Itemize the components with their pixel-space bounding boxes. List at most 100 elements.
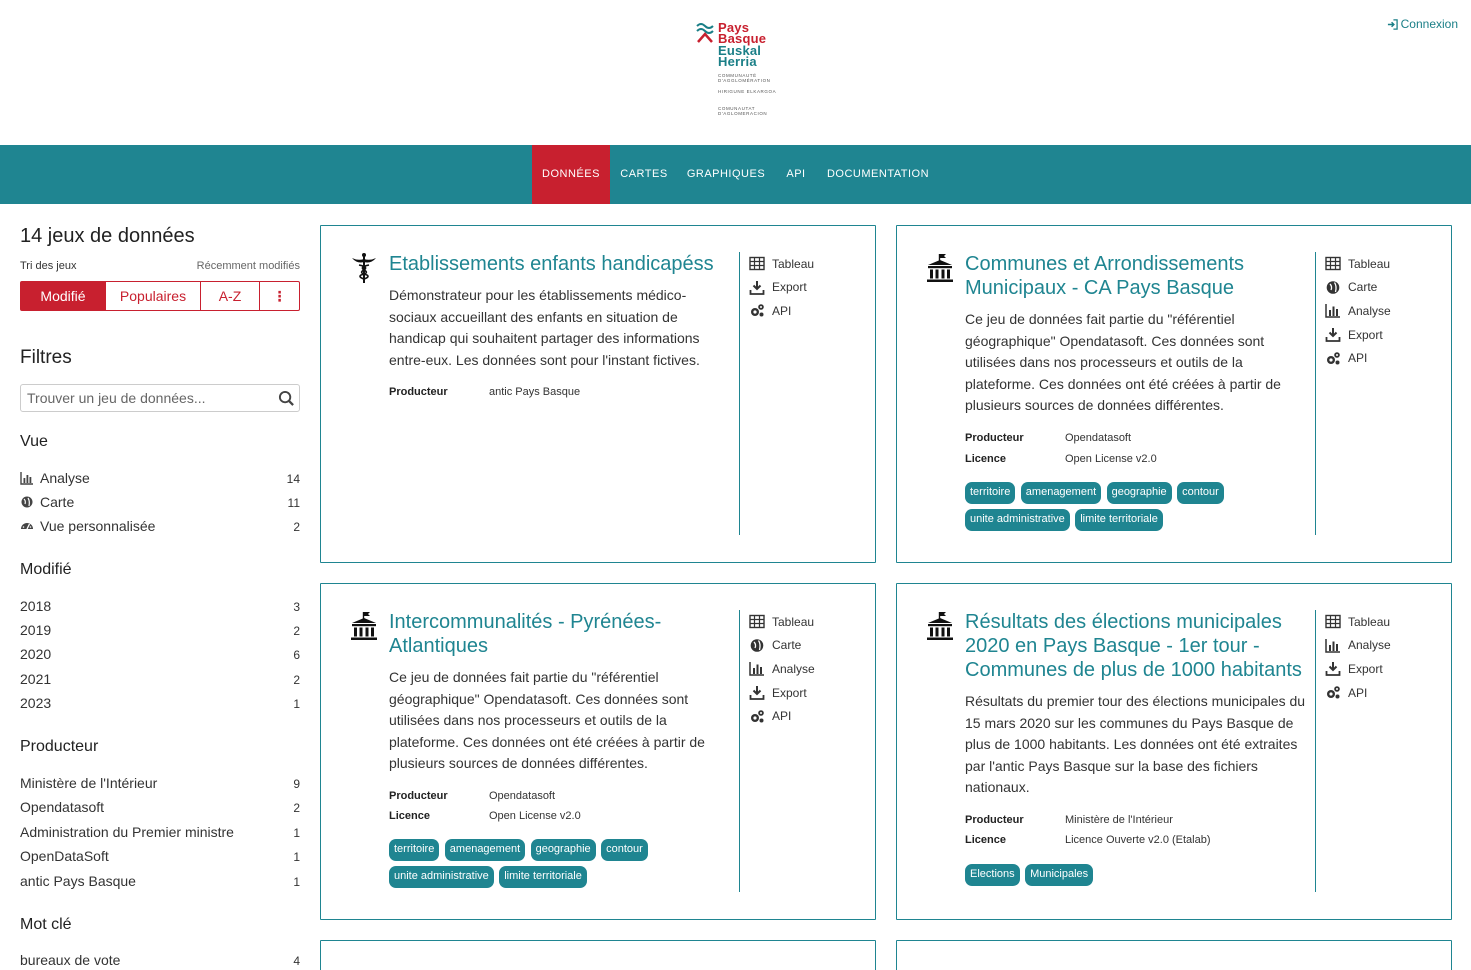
facet-item-producer[interactable]: Opendatasoft 2	[20, 797, 300, 817]
caduceus-icon	[349, 252, 379, 284]
facet-item-producer[interactable]: Ministère de l'Intérieur 9	[20, 773, 300, 793]
table-icon	[749, 256, 765, 271]
action-export[interactable]: Export	[749, 276, 859, 300]
action-label: Analyse	[1348, 303, 1391, 318]
keyword-tag[interactable]: contour	[1177, 482, 1224, 504]
sort-modified-button[interactable]: Modifié	[21, 282, 106, 310]
gears-icon	[749, 709, 765, 724]
dataset-actions: Tableau Analyse Export API	[1325, 610, 1435, 704]
download-icon	[1325, 661, 1341, 676]
meta-label: Producteur	[965, 432, 1024, 444]
action-label: Analyse	[1348, 638, 1391, 653]
keyword-tag[interactable]: amenagement	[1020, 482, 1102, 504]
facet-item-producer[interactable]: Administration du Premier ministre 1	[20, 822, 300, 842]
action-analyse[interactable]: Analyse	[1325, 299, 1435, 323]
keyword-tag[interactable]: Elections	[965, 864, 1020, 886]
facet-item-2021[interactable]: 2021 2	[20, 669, 300, 689]
keyword-tag[interactable]: territoire	[389, 839, 440, 861]
keyword-tag[interactable]: amenagement	[444, 839, 526, 861]
facet-label: Vue personnalisée	[40, 518, 156, 534]
dataset-title[interactable]: Communes et Arrondissements Municipaux -…	[965, 252, 1305, 300]
dataset-card[interactable]	[320, 940, 876, 970]
facet-item-keyword[interactable]: bureaux de vote 4	[20, 950, 300, 970]
facet-count: 14	[286, 472, 300, 486]
meta-value: Open License v2.0	[489, 810, 581, 822]
facet-item-2018[interactable]: 2018 3	[20, 596, 300, 616]
dataset-card[interactable]	[896, 940, 1452, 970]
sort-az-button[interactable]: A-Z	[201, 282, 260, 310]
keyword-tag[interactable]: geographie	[1106, 482, 1172, 504]
facet-count: 1	[293, 697, 300, 711]
dataset-search-input[interactable]	[21, 385, 261, 411]
keyword-tag[interactable]: contour	[601, 839, 648, 861]
action-label: API	[1348, 685, 1368, 700]
gears-icon	[749, 303, 765, 318]
nav-item-graphiques[interactable]: GRAPHIQUES	[686, 145, 766, 204]
action-tableau[interactable]: Tableau	[749, 610, 859, 634]
facet-item-2023[interactable]: 2023 1	[20, 693, 300, 713]
action-carte[interactable]: Carte	[1325, 276, 1435, 300]
nav-item-donnees[interactable]: DONNÉES	[532, 145, 610, 204]
action-carte[interactable]: Carte	[749, 634, 859, 658]
action-export[interactable]: Export	[749, 681, 859, 705]
action-api[interactable]: API	[1325, 346, 1435, 370]
action-api[interactable]: API	[749, 704, 859, 728]
dataset-title[interactable]: Résultats des élections municipales 2020…	[965, 610, 1305, 682]
action-tableau[interactable]: Tableau	[1325, 610, 1435, 634]
dataset-search-box	[20, 384, 300, 412]
facet-label: Analyse	[40, 470, 90, 486]
search-icon[interactable]	[278, 390, 295, 407]
sort-more-button[interactable]: ⋮	[260, 282, 299, 310]
facet-item-2020[interactable]: 2020 6	[20, 644, 300, 664]
login-link[interactable]: Connexion	[1387, 17, 1458, 31]
action-export[interactable]: Export	[1325, 323, 1435, 347]
dataset-card[interactable]: Intercommunalités - Pyrénées-Atlantiques…	[320, 583, 876, 920]
action-tableau[interactable]: Tableau	[749, 252, 859, 276]
action-export[interactable]: Export	[1325, 657, 1435, 681]
facet-title-modifie: Modifié	[20, 561, 72, 578]
logo-sub-1: COMMUNAUTÉ D'AGGLOMÉRATION	[718, 73, 771, 83]
keyword-tag[interactable]: limite territoriale	[499, 866, 587, 888]
nav-item-documentation[interactable]: DOCUMENTATION	[826, 145, 930, 204]
keyword-tag[interactable]: limite territoriale	[1075, 509, 1163, 531]
dataset-title[interactable]: Etablissements enfants handicapéss	[389, 252, 729, 276]
site-logo[interactable]: Pays Basque Euskal Herria COMMUNAUTÉ D'A…	[696, 20, 786, 120]
facet-label: 2023	[20, 695, 52, 711]
facet-item-vue-personnalisee[interactable]: Vue personnalisée 2	[20, 516, 300, 536]
dataset-actions: Tableau Carte Analyse Export API	[749, 610, 859, 728]
action-analyse[interactable]: Analyse	[749, 657, 859, 681]
keyword-tag[interactable]: unite administrative	[389, 866, 494, 888]
sort-popular-button[interactable]: Populaires	[106, 282, 201, 310]
meta-row-producteur: Producteur Ministère de l'Intérieur	[965, 814, 1305, 830]
keyword-tag[interactable]: territoire	[965, 482, 1016, 504]
dataset-card[interactable]: Communes et Arrondissements Municipaux -…	[896, 225, 1452, 563]
dataset-actions: Tableau Export API	[749, 252, 859, 323]
site-header: Pays Basque Euskal Herria COMMUNAUTÉ D'A…	[0, 0, 1471, 145]
keyword-tag[interactable]: geographie	[530, 839, 596, 861]
facet-item-carte[interactable]: Carte 11	[20, 492, 300, 512]
action-api[interactable]: API	[1325, 681, 1435, 705]
nav-item-cartes[interactable]: CARTES	[612, 145, 676, 204]
dataset-card[interactable]: Etablissements enfants handicapéss Démon…	[320, 225, 876, 563]
tag-list: territoire amenagement geographie contou…	[389, 839, 729, 893]
dataset-card[interactable]: Résultats des élections municipales 2020…	[896, 583, 1452, 920]
facet-label: Administration du Premier ministre	[20, 824, 234, 840]
facet-item-2019[interactable]: 2019 2	[20, 620, 300, 640]
action-tableau[interactable]: Tableau	[1325, 252, 1435, 276]
dataset-title[interactable]: Intercommunalités - Pyrénées-Atlantiques	[389, 610, 729, 658]
facet-item-analyse[interactable]: Analyse 14	[20, 468, 300, 488]
facet-title-producteur: Producteur	[20, 738, 99, 755]
keyword-tag[interactable]: unite administrative	[965, 509, 1070, 531]
keyword-tag[interactable]: Municipales	[1025, 864, 1094, 886]
facet-item-producer[interactable]: OpenDataSoft 1	[20, 846, 300, 866]
card-divider	[1315, 252, 1316, 535]
action-api[interactable]: API	[749, 299, 859, 323]
facet-item-producer[interactable]: antic Pays Basque 1	[20, 871, 300, 891]
facet-label: 2018	[20, 598, 52, 614]
facet-count: 6	[293, 648, 300, 662]
nav-item-api[interactable]: API	[780, 145, 812, 204]
government-building-icon	[349, 610, 379, 642]
facet-title-motcle: Mot clé	[20, 916, 72, 933]
action-analyse[interactable]: Analyse	[1325, 634, 1435, 658]
dataset-description: Ce jeu de données fait partie du "référe…	[389, 669, 705, 772]
